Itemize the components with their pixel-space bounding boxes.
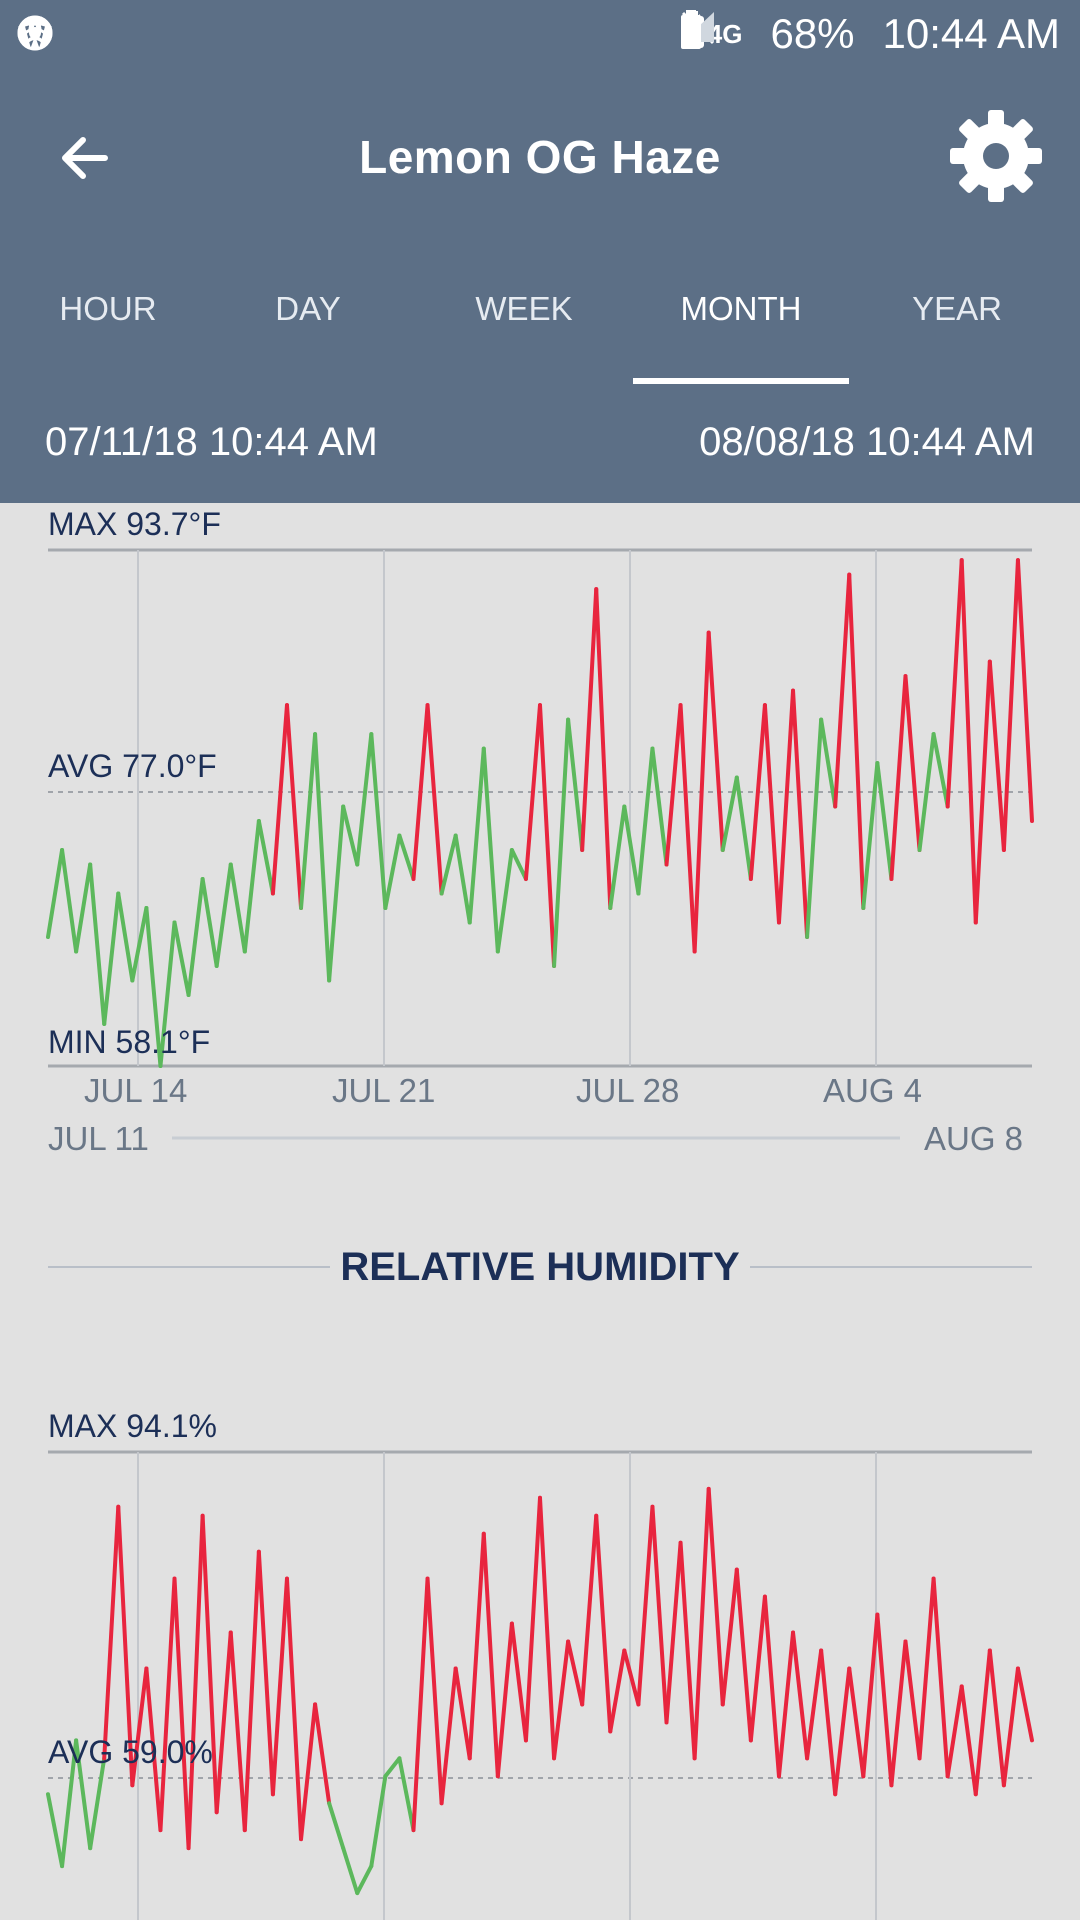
series-line-segment bbox=[720, 1567, 739, 1707]
series-line-segment bbox=[903, 1639, 922, 1761]
series-line-segment bbox=[917, 1576, 936, 1761]
series-line-segment bbox=[552, 1639, 571, 1761]
series-line-segment bbox=[664, 1540, 683, 1725]
series-line-segment bbox=[833, 1666, 852, 1797]
series-line-segment bbox=[931, 1576, 950, 1779]
series-line-segment bbox=[945, 1684, 964, 1779]
series-line-segment bbox=[791, 1630, 810, 1761]
series-line-segment bbox=[523, 1495, 542, 1743]
series-line-segment bbox=[214, 1630, 233, 1815]
series-line-segment bbox=[481, 1531, 500, 1779]
series-line-segment bbox=[228, 1630, 247, 1833]
series-line-segment bbox=[622, 1648, 641, 1707]
series-line-segment bbox=[158, 1576, 177, 1833]
series-line-segment bbox=[1015, 1666, 1034, 1743]
series-line-segment bbox=[355, 1864, 374, 1896]
series-line-segment bbox=[46, 1792, 65, 1869]
series-line-segment bbox=[889, 1639, 908, 1788]
series-line-segment bbox=[734, 1567, 753, 1743]
series-line-segment bbox=[580, 1513, 599, 1707]
series-line-segment bbox=[509, 1621, 528, 1743]
series-line-segment bbox=[538, 1495, 557, 1761]
series-line-segment bbox=[608, 1648, 627, 1734]
series-line-segment bbox=[186, 1513, 205, 1851]
series-line-segment bbox=[299, 1702, 318, 1842]
series-line-segment bbox=[636, 1504, 655, 1707]
series-line-segment bbox=[973, 1648, 992, 1797]
series-line-segment bbox=[284, 1576, 304, 1842]
series-line-segment bbox=[748, 1594, 767, 1743]
series-line-segment bbox=[397, 1756, 416, 1833]
series-line-segment bbox=[341, 1846, 360, 1896]
series-line-segment bbox=[270, 1576, 289, 1797]
series-line-segment bbox=[987, 1648, 1006, 1788]
max-label: MAX 94.1% bbox=[48, 1408, 217, 1444]
series-line-segment bbox=[327, 1801, 346, 1851]
series-line-segment bbox=[776, 1630, 796, 1779]
series-line-segment bbox=[706, 1486, 725, 1707]
series-line-segment bbox=[875, 1612, 894, 1788]
series-line-segment bbox=[566, 1639, 585, 1707]
series-line-segment bbox=[678, 1540, 697, 1761]
series-line-segment bbox=[1001, 1666, 1020, 1788]
series-line-segment bbox=[805, 1648, 824, 1761]
series-line-segment bbox=[439, 1666, 458, 1806]
series-line-segment bbox=[650, 1504, 669, 1725]
avg-label: AVG 59.0% bbox=[48, 1734, 213, 1770]
series-line-segment bbox=[692, 1486, 711, 1761]
series-line-segment bbox=[102, 1504, 121, 1761]
series-line-segment bbox=[467, 1531, 486, 1761]
series-line-segment bbox=[172, 1576, 191, 1851]
series-line-segment bbox=[819, 1648, 838, 1797]
series-line-segment bbox=[383, 1756, 402, 1779]
series-line-segment bbox=[762, 1594, 781, 1779]
series-line-segment bbox=[847, 1666, 866, 1779]
series-line-segment bbox=[256, 1549, 275, 1797]
series-line-segment bbox=[594, 1513, 613, 1734]
humidity-plot bbox=[46, 1450, 1034, 1920]
series-line-segment bbox=[88, 1756, 107, 1851]
series-line-segment bbox=[453, 1666, 472, 1761]
series-line-segment bbox=[313, 1702, 332, 1806]
series-line-segment bbox=[411, 1576, 430, 1833]
series-line-segment bbox=[242, 1549, 261, 1833]
series-line-segment bbox=[495, 1621, 514, 1779]
series-line-segment bbox=[425, 1576, 444, 1806]
humidity-chart: MAX 94.1% AVG 59.0% bbox=[0, 0, 1080, 1920]
